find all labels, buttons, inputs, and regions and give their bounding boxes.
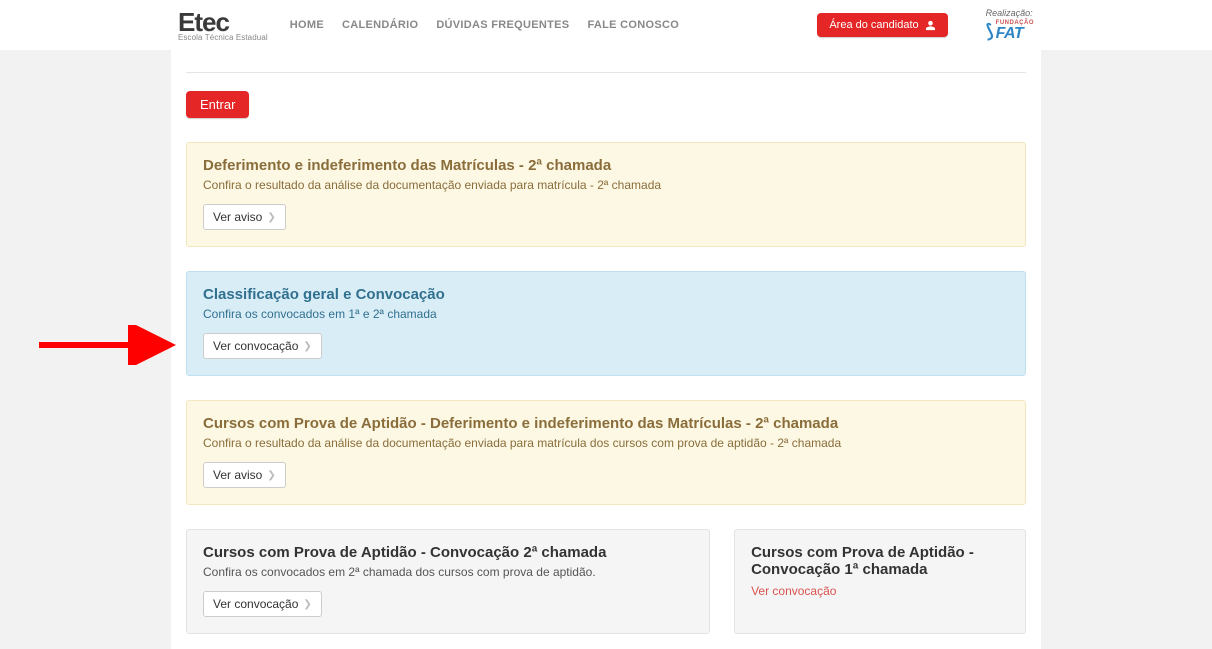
ver-aviso-button[interactable]: Ver aviso ❯: [203, 462, 286, 488]
ver-convocacao-link[interactable]: Ver convocação: [751, 584, 836, 598]
panel-title: Cursos com Prova de Aptidão - Deferiment…: [203, 415, 1009, 432]
realizacao-label: Realização:: [986, 8, 1033, 18]
ver-convocacao-button[interactable]: Ver convocação ❯: [203, 591, 322, 617]
page-content: Entrar Deferimento e indeferimento das M…: [171, 50, 1041, 649]
fat-main-text: FAT: [996, 26, 1034, 42]
annotation-arrow-icon: [34, 325, 184, 365]
fat-logo[interactable]: ⟆ FUNDAÇÃO FAT: [986, 20, 1034, 42]
panel-deferimento-2a: Deferimento e indeferimento das Matrícul…: [186, 142, 1026, 247]
candidate-area-label: Área do candidato: [829, 19, 918, 31]
panel-title: Cursos com Prova de Aptidão - Convocação…: [751, 544, 1009, 578]
panel-text: Confira os convocados em 2ª chamada dos …: [203, 565, 693, 579]
chevron-right-icon: ❯: [303, 341, 311, 352]
chevron-right-icon: ❯: [267, 470, 275, 481]
header-right: Área do candidato Realização: ⟆ FUNDAÇÃO…: [817, 8, 1034, 42]
etec-logo[interactable]: Etec Escola Técnica Estadual: [178, 9, 268, 42]
panel-aptidao-convocacao-2a: Cursos com Prova de Aptidão - Convocação…: [186, 529, 710, 634]
button-label: Ver aviso: [213, 468, 262, 482]
chevron-right-icon: ❯: [303, 599, 311, 610]
divider: [186, 72, 1026, 73]
panel-aptidao-deferimento: Cursos com Prova de Aptidão - Deferiment…: [186, 400, 1026, 505]
panel-classificacao: Classificação geral e Convocação Confira…: [186, 271, 1026, 376]
panel-text: Confira os convocados em 1ª e 2ª chamada: [203, 307, 1009, 321]
ver-aviso-button[interactable]: Ver aviso ❯: [203, 204, 286, 230]
button-label: Ver aviso: [213, 210, 262, 224]
panel-text: Confira o resultado da análise da docume…: [203, 436, 1009, 450]
panel-title: Deferimento e indeferimento das Matrícul…: [203, 157, 1009, 174]
candidate-area-button[interactable]: Área do candidato: [817, 13, 947, 37]
button-label: Ver convocação: [213, 597, 298, 611]
panel-text: Confira o resultado da análise da docume…: [203, 178, 1009, 192]
fat-swirl-icon: ⟆: [984, 22, 993, 41]
header-left: Etec Escola Técnica Estadual HOME CALEND…: [178, 9, 679, 42]
enter-button[interactable]: Entrar: [186, 91, 249, 118]
ver-convocacao-button[interactable]: Ver convocação ❯: [203, 333, 322, 359]
button-label: Ver convocação: [213, 339, 298, 353]
nav-contact[interactable]: FALE CONOSCO: [587, 19, 679, 31]
realizacao-block: Realização: ⟆ FUNDAÇÃO FAT: [986, 8, 1034, 42]
nav-calendar[interactable]: CALENDÁRIO: [342, 19, 418, 31]
logo-main-text: Etec: [178, 9, 268, 35]
panel-title: Cursos com Prova de Aptidão - Convocação…: [203, 544, 693, 561]
user-icon: [925, 20, 936, 31]
top-header: Etec Escola Técnica Estadual HOME CALEND…: [0, 0, 1212, 50]
nav-faq[interactable]: DÚVIDAS FREQUENTES: [436, 19, 569, 31]
panel-row-aptidao: Cursos com Prova de Aptidão - Convocação…: [186, 529, 1026, 634]
panel-aptidao-convocacao-1a: Cursos com Prova de Aptidão - Convocação…: [734, 529, 1026, 634]
nav-home[interactable]: HOME: [290, 19, 324, 31]
logo-sub-text: Escola Técnica Estadual: [178, 34, 268, 42]
chevron-right-icon: ❯: [267, 212, 275, 223]
main-nav: HOME CALENDÁRIO DÚVIDAS FREQUENTES FALE …: [290, 19, 679, 31]
panel-title: Classificação geral e Convocação: [203, 286, 1009, 303]
